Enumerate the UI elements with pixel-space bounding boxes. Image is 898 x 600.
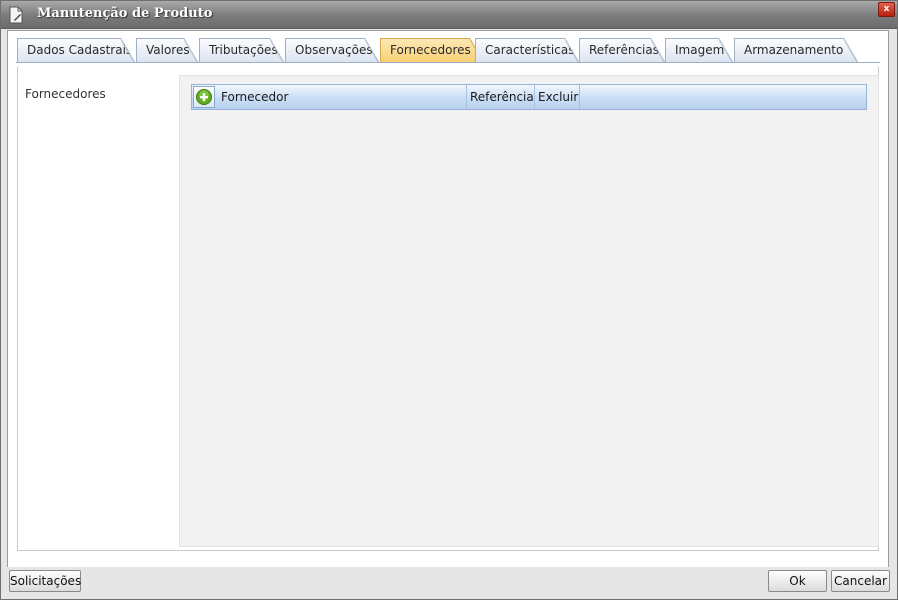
tab-divider	[16, 62, 880, 63]
tab-panel-fornecedores: Fornecedores Fornecedor Referência Exclu…	[17, 67, 879, 551]
cancel-button[interactable]: Cancelar	[831, 570, 890, 592]
suppliers-grid-container: Fornecedor Referência Excluir	[179, 75, 879, 547]
dialog-window: Manutenção de Produto x Dados Cadastrais…	[0, 0, 898, 600]
document-edit-icon	[9, 6, 23, 24]
column-header-fornecedor[interactable]: Fornecedor	[218, 85, 467, 109]
tab-caracteristicas[interactable]: Características	[475, 38, 579, 62]
title-bar[interactable]: Manutenção de Produto x	[1, 1, 897, 29]
dialog-footer: Solicitações Ok Cancelar	[1, 567, 897, 599]
ok-button[interactable]: Ok	[768, 570, 827, 592]
solicitacoes-button[interactable]: Solicitações	[9, 570, 81, 592]
tab-tributacoes[interactable]: Tributações	[199, 38, 284, 62]
tab-fornecedores[interactable]: Fornecedores	[380, 38, 484, 63]
tab-observacoes[interactable]: Observações	[285, 38, 379, 62]
section-label: Fornecedores	[25, 87, 106, 101]
add-supplier-button[interactable]	[193, 86, 215, 108]
tab-dados-cadastrais[interactable]: Dados Cadastrais	[17, 38, 135, 62]
close-button[interactable]: x	[878, 2, 895, 17]
grid-header: Fornecedor Referência Excluir	[191, 84, 867, 110]
tab-armazenamento[interactable]: Armazenamento	[734, 38, 858, 62]
tab-valores[interactable]: Valores	[136, 38, 198, 62]
tab-imagem[interactable]: Imagem	[665, 38, 733, 62]
window-title: Manutenção de Produto	[37, 6, 213, 21]
column-header-excluir[interactable]: Excluir	[535, 85, 580, 109]
plus-circle-icon	[196, 89, 212, 105]
column-header-referencia[interactable]: Referência	[467, 85, 535, 109]
dialog-content: Dados Cadastrais Valores Tributações Obs…	[7, 30, 889, 568]
tab-referencias[interactable]: Referências	[579, 38, 665, 62]
